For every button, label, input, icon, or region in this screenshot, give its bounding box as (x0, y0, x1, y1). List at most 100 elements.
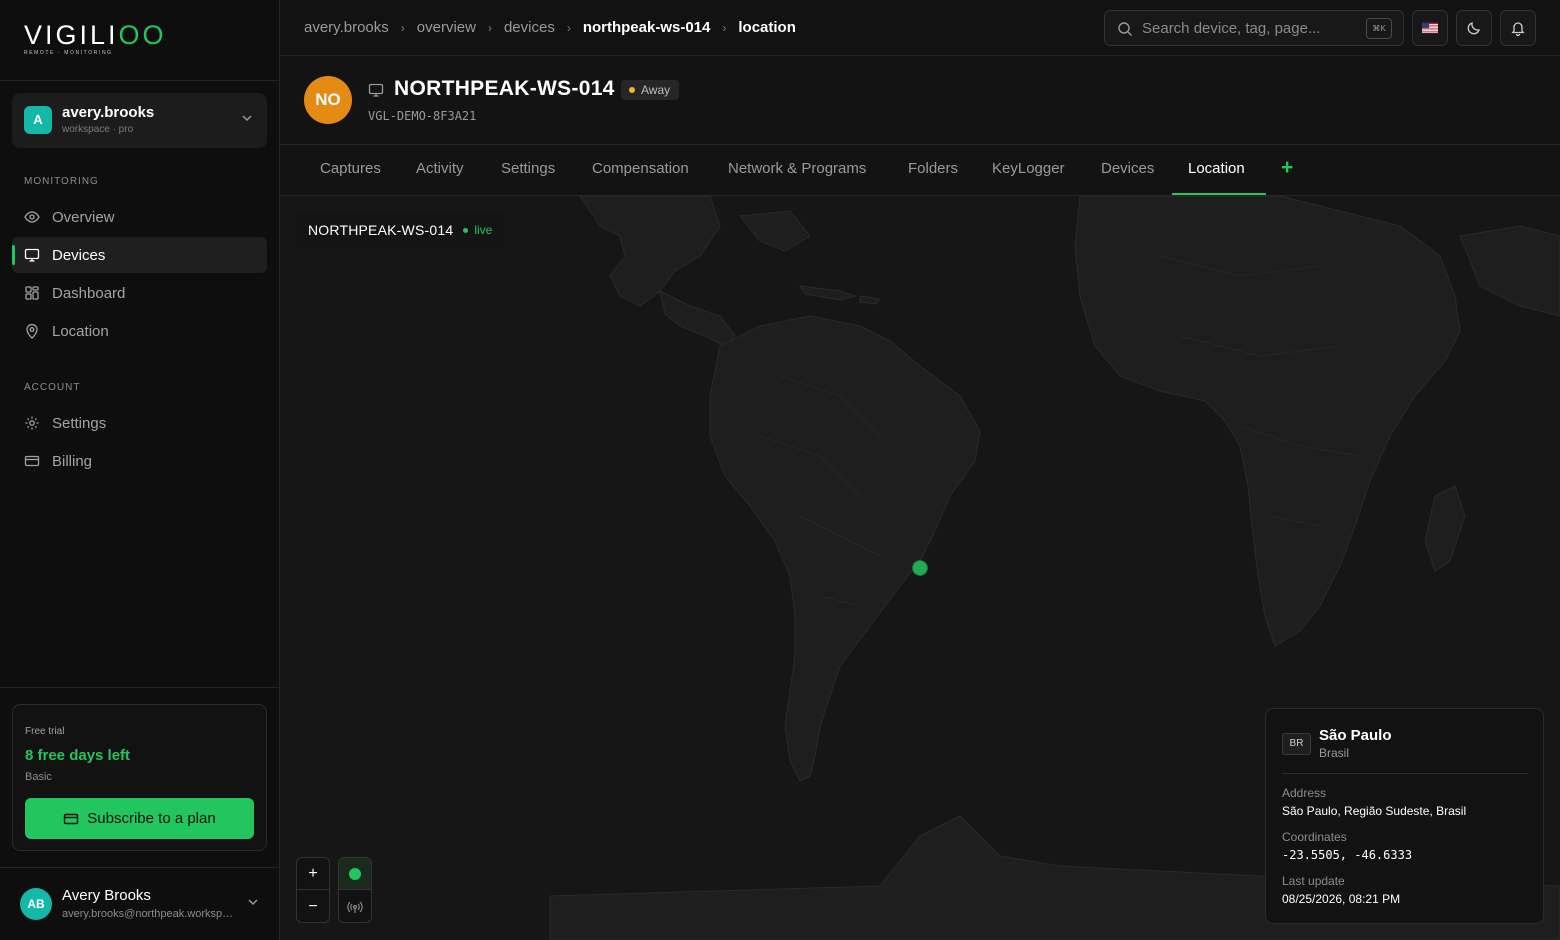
status-label: Away (641, 83, 671, 97)
chevron-down-icon (247, 896, 259, 911)
tab-keylogger[interactable]: KeyLogger (992, 160, 1065, 177)
user-email: avery.brooks@northpeak.workspace (62, 908, 234, 920)
device-id: VGL-DEMO-8F3A21 (368, 109, 477, 123)
sidebar-item-label: Devices (52, 246, 106, 264)
breadcrumb: avery.brooks › overview › devices › nort… (304, 19, 796, 36)
last-update-value: 08/25/2026, 08:21 PM (1282, 892, 1401, 906)
zoom-out-button[interactable]: − (297, 891, 329, 923)
active-tab-indicator (1172, 193, 1266, 195)
app-logo[interactable]: VIGILIOO REMOTE · MONITORING (24, 20, 167, 56)
section-label-account: ACCOUNT (24, 382, 81, 393)
breadcrumb-item[interactable]: devices (504, 19, 555, 36)
signal-icon[interactable] (347, 899, 363, 915)
avatar: AB (20, 888, 52, 920)
eye-icon (24, 211, 40, 223)
city-name: São Paulo (1319, 727, 1392, 744)
workspace-avatar: A (24, 106, 52, 134)
chevron-right-icon: › (722, 20, 727, 35)
location-map[interactable]: NORTHPEAK-WS-014 live + − BR São Paulo B… (280, 196, 1560, 940)
workspace-switcher[interactable]: A avery.brooks workspace · pro (12, 93, 267, 148)
live-status: live (474, 223, 493, 237)
language-button[interactable] (1412, 10, 1448, 46)
search-placeholder: Search device, tag, page... (1142, 20, 1321, 37)
breadcrumb-item[interactable]: northpeak-ws-014 (583, 19, 711, 36)
trial-card: Free trial 8 free days left Basic Subscr… (12, 704, 267, 851)
credit-card-icon (24, 455, 40, 467)
tab-devices[interactable]: Devices (1101, 160, 1154, 177)
map-mode-controls (338, 857, 372, 923)
location-info-card: BR São Paulo Brasil Address São Paulo, R… (1265, 708, 1544, 924)
live-dot (463, 227, 469, 233)
breadcrumb-current: location (738, 19, 796, 36)
map-pin-icon (26, 323, 38, 339)
last-update-label: Last update (1282, 874, 1345, 888)
zoom-in-button[interactable]: + (297, 858, 329, 890)
logo-text-accent: OO (118, 20, 167, 50)
sidebar-item-devices[interactable]: Devices (12, 237, 267, 273)
add-tab-button[interactable]: + (1281, 156, 1293, 180)
theme-toggle-button[interactable] (1456, 10, 1492, 46)
sidebar-item-label: Overview (52, 208, 115, 226)
tab-captures[interactable]: Captures (320, 160, 381, 177)
location-dot-icon (349, 868, 361, 880)
coordinates-label: Coordinates (1282, 830, 1347, 844)
grid-icon (25, 286, 39, 300)
bell-icon (1511, 22, 1525, 36)
divider (0, 687, 279, 688)
sidebar-item-label: Dashboard (52, 284, 126, 302)
device-avatar: NO (304, 76, 352, 124)
search-icon (1118, 22, 1132, 36)
map-device-name: NORTHPEAK-WS-014 (308, 222, 454, 238)
chevron-right-icon: › (487, 20, 492, 35)
breadcrumb-item[interactable]: overview (417, 19, 476, 36)
status-dot (629, 87, 635, 93)
tab-settings[interactable]: Settings (501, 160, 555, 177)
breadcrumb-item[interactable]: avery.brooks (304, 19, 389, 36)
country-name: Brasil (1319, 746, 1350, 760)
section-label-monitoring: MONITORING (24, 176, 99, 187)
sidebar: VIGILIOO REMOTE · MONITORING A avery.bro… (0, 0, 280, 940)
workspace-plan: workspace · pro (62, 124, 134, 135)
monitor-icon (368, 83, 384, 97)
gear-icon (25, 416, 39, 430)
user-name: Avery Brooks (62, 887, 151, 904)
moon-icon (1467, 22, 1480, 35)
sidebar-item-settings[interactable]: Settings (12, 405, 267, 441)
divider (0, 80, 279, 81)
zoom-controls: + − (296, 857, 330, 923)
tab-activity[interactable]: Activity (416, 160, 464, 177)
address-label: Address (1282, 786, 1327, 800)
subscribe-button[interactable]: Subscribe to a plan (25, 798, 254, 839)
device-location-marker[interactable] (912, 560, 928, 576)
chevron-right-icon: › (566, 20, 571, 35)
tab-folders[interactable]: Folders (908, 160, 958, 177)
center-on-device-button[interactable] (339, 858, 371, 890)
tab-network-programs[interactable]: Network & Programs (728, 160, 866, 177)
logo-text: VIGILI (24, 20, 119, 50)
tab-compensation[interactable]: Compensation (592, 160, 689, 177)
sidebar-item-label: Location (52, 322, 109, 340)
top-bar: avery.brooks › overview › devices › nort… (280, 0, 1560, 56)
search-input[interactable]: Search device, tag, page... ⌘K (1104, 10, 1404, 46)
credit-card-icon (64, 813, 79, 824)
device-live-chip: NORTHPEAK-WS-014 live (296, 212, 505, 248)
sidebar-item-billing[interactable]: Billing (12, 443, 267, 479)
trial-plan: Basic (25, 771, 52, 783)
sidebar-item-dashboard[interactable]: Dashboard (12, 275, 267, 311)
coordinates-value: -23.5505, -46.6333 (1282, 848, 1413, 862)
device-tabs: Captures Activity Settings Compensation … (280, 145, 1560, 196)
sidebar-item-overview[interactable]: Overview (12, 199, 267, 235)
chevron-right-icon: › (400, 20, 405, 35)
divider (1282, 773, 1528, 774)
user-menu[interactable]: AB Avery Brooks avery.brooks@northpeak.w… (0, 868, 279, 940)
trial-label: Free trial (25, 726, 65, 737)
sidebar-item-label: Settings (52, 414, 107, 432)
sidebar-item-location[interactable]: Location (12, 313, 267, 349)
notifications-button[interactable] (1500, 10, 1536, 46)
subscribe-button-label: Subscribe to a plan (87, 810, 216, 827)
workspace-name: avery.brooks (62, 104, 155, 121)
device-header: NO NORTHPEAK-WS-014 Away VGL-DEMO-8F3A21 (280, 57, 1560, 145)
us-flag-icon (1422, 22, 1438, 34)
tab-location[interactable]: Location (1188, 160, 1245, 177)
page-title: NORTHPEAK-WS-014 (394, 77, 615, 100)
